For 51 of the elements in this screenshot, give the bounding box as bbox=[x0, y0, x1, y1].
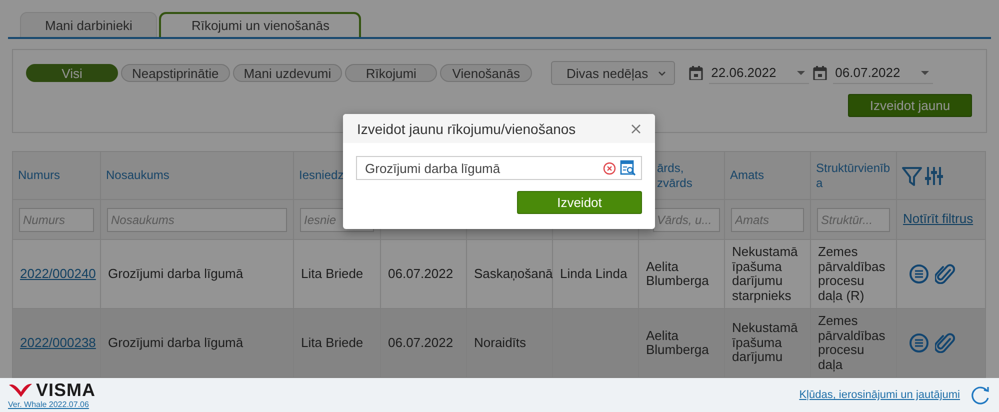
tab[interactable]: Mani darbinieki bbox=[20, 12, 158, 37]
column-header[interactable]: Nosaukums bbox=[101, 152, 294, 200]
filter-chip[interactable]: Neapstiprinātie bbox=[121, 64, 230, 82]
calendar-icon[interactable] bbox=[689, 66, 704, 80]
list-icon[interactable] bbox=[909, 333, 929, 353]
close-icon[interactable] bbox=[631, 124, 641, 134]
table-cell: Lita Briede bbox=[294, 309, 381, 378]
calendar-icon[interactable] bbox=[813, 66, 828, 80]
caret-icon bbox=[921, 70, 930, 74]
filter-chip[interactable]: Rīkojumi bbox=[345, 64, 438, 82]
dialog-title: Izveidot jaunu rīkojumu/vienošanos bbox=[357, 120, 576, 136]
tab[interactable]: Rīkojumi un vienošanās bbox=[159, 12, 362, 37]
chevron-down-icon bbox=[658, 70, 666, 76]
logo-swoosh-icon bbox=[8, 382, 33, 398]
table-cell: Nekustamā īpašuma darījumu bbox=[725, 309, 811, 378]
clear-filters-link[interactable]: Notīrīt filtrus bbox=[903, 212, 974, 227]
period-dropdown[interactable]: Divas nedēļas bbox=[551, 61, 676, 85]
paperclip-icon[interactable] bbox=[935, 333, 955, 353]
record-number-link[interactable]: 2022/000240 bbox=[20, 266, 96, 282]
table-cell: Grozījumi darba līgumā bbox=[101, 309, 294, 378]
table-cell: Aelita Blumberga bbox=[639, 309, 725, 378]
filter-icon[interactable] bbox=[902, 166, 922, 186]
table-cell: 06.07.2022 bbox=[381, 309, 467, 378]
logo-text: VISMA bbox=[36, 380, 96, 400]
version-link[interactable]: Ver. Whale 2022.07.06 bbox=[8, 400, 96, 410]
filter-field[interactable]: Vārds, u... bbox=[653, 208, 720, 232]
caret-icon bbox=[797, 70, 806, 74]
column-header[interactable]: Struktūrvienība bbox=[811, 152, 897, 200]
lookup-field[interactable]: Grozījumi darba līgumā bbox=[356, 156, 642, 180]
list-icon[interactable] bbox=[909, 264, 929, 284]
table-cell: Zemes pārvaldības procesu daļa bbox=[811, 309, 897, 378]
column-header[interactable]: Numurs bbox=[13, 152, 101, 200]
feedback-link[interactable]: Kļūdas, ierosinājumi un jautājumi bbox=[799, 389, 960, 401]
filter-field[interactable]: Numurs bbox=[19, 208, 94, 232]
sliders-icon[interactable] bbox=[925, 166, 943, 186]
paperclip-icon[interactable] bbox=[935, 264, 955, 284]
filter-field[interactable]: Struktūr... bbox=[817, 208, 890, 232]
refresh-icon[interactable] bbox=[970, 385, 990, 405]
table-cell: Noraidīts bbox=[467, 309, 553, 378]
column-header[interactable]: Amats bbox=[725, 152, 811, 200]
date-field[interactable]: 22.06.2022 bbox=[709, 62, 810, 84]
create-new-button[interactable]: Izveidot jaunu bbox=[848, 94, 972, 117]
filter-chip[interactable]: Vienošanās bbox=[440, 64, 532, 82]
create-button[interactable]: Izveidot bbox=[517, 191, 642, 214]
date-field[interactable]: 06.07.2022 bbox=[833, 62, 934, 84]
filter-field[interactable]: Nosaukums bbox=[107, 208, 287, 232]
record-number-link[interactable]: 2022/000238 bbox=[20, 336, 96, 350]
lookup-icon[interactable] bbox=[620, 160, 636, 176]
filter-chip[interactable]: Visi bbox=[26, 64, 118, 82]
clear-icon[interactable] bbox=[603, 162, 616, 174]
filter-chip[interactable]: Mani uzdevumi bbox=[232, 64, 342, 82]
